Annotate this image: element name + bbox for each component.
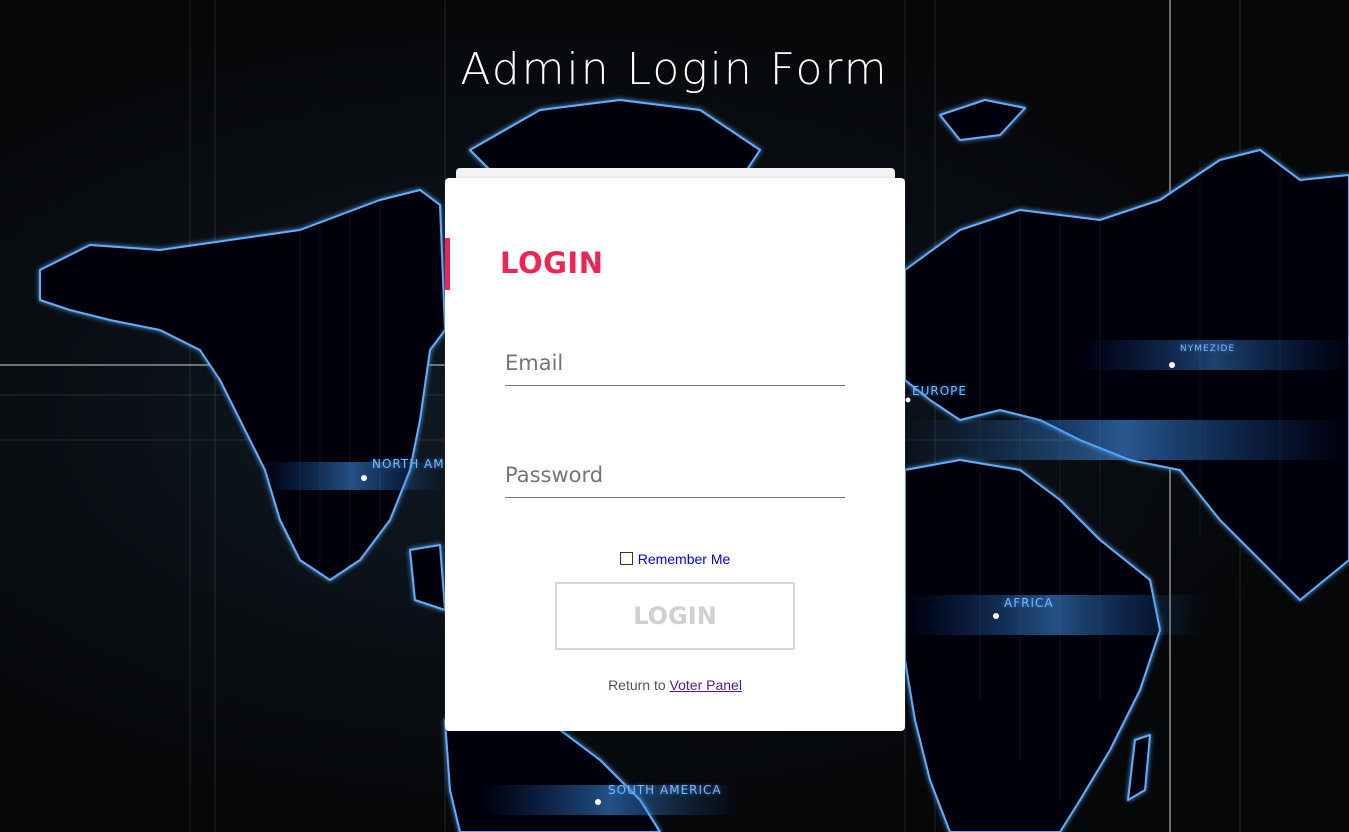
- map-label-north-america: NORTH AM: [372, 457, 445, 471]
- map-label-africa: AFRICA: [1004, 596, 1054, 610]
- voter-panel-link[interactable]: Voter Panel: [670, 677, 742, 693]
- map-label-europe: EUROPE: [912, 384, 967, 398]
- map-label-south-america: SOUTH AMERICA: [608, 783, 722, 797]
- return-row: Return to Voter Panel: [445, 677, 905, 693]
- password-field[interactable]: [505, 453, 845, 498]
- login-card: LOGIN Remember Me LOGIN Return to Voter …: [445, 178, 905, 731]
- page-title: Admin Login Form: [460, 44, 889, 95]
- email-field[interactable]: [505, 341, 845, 386]
- login-heading-accent: [445, 238, 450, 290]
- remember-me-checkbox[interactable]: [619, 552, 633, 565]
- return-text: Return to: [608, 677, 666, 693]
- map-label-asia: NYMEZIDE: [1180, 344, 1236, 354]
- login-button[interactable]: LOGIN: [555, 582, 795, 650]
- remember-me-row: Remember Me: [445, 551, 905, 567]
- remember-me-label[interactable]: Remember Me: [638, 551, 731, 567]
- login-heading: LOGIN: [500, 246, 604, 280]
